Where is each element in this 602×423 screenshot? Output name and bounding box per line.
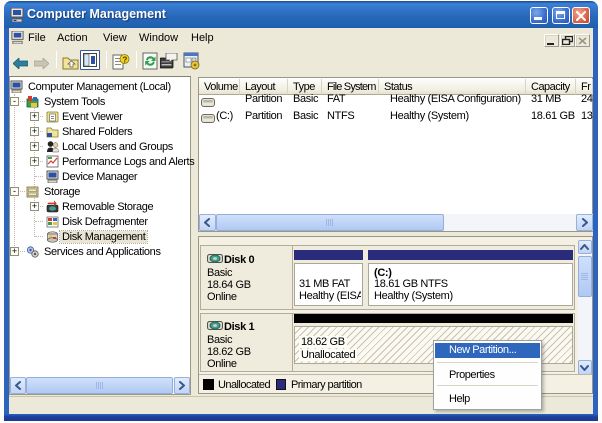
svg-text:?: ? [122, 54, 127, 64]
